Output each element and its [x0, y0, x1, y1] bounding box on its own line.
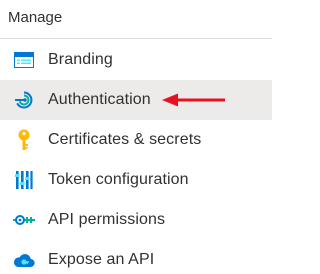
nav-item-authentication-label: Authentication	[48, 91, 151, 108]
manage-nav-list: Branding Authentication Certificates & s…	[0, 40, 272, 274]
section-divider	[0, 38, 272, 39]
branding-icon	[12, 48, 36, 72]
nav-item-certificates-secrets[interactable]: Certificates & secrets	[0, 120, 272, 160]
annotation-arrow	[162, 93, 225, 107]
nav-item-token-configuration[interactable]: Token configuration	[0, 160, 272, 200]
nav-item-branding-label: Branding	[48, 51, 113, 68]
nav-item-branding[interactable]: Branding	[0, 40, 272, 80]
nav-item-expose-an-api[interactable]: Expose an API	[0, 240, 272, 274]
api-permissions-icon	[12, 208, 36, 232]
nav-item-authentication[interactable]: Authentication	[0, 80, 272, 120]
cloud-icon	[12, 248, 36, 272]
section-header-manage: Manage	[8, 9, 63, 26]
token-configuration-icon	[12, 168, 36, 192]
nav-item-api-permissions[interactable]: API permissions	[0, 200, 272, 240]
nav-item-certificates-secrets-label: Certificates & secrets	[48, 131, 202, 148]
nav-item-expose-an-api-label: Expose an API	[48, 251, 155, 268]
key-icon	[12, 128, 36, 152]
manage-panel: Manage Branding Authentication Certifica…	[0, 0, 272, 274]
nav-item-api-permissions-label: API permissions	[48, 211, 166, 228]
authentication-icon	[12, 88, 36, 112]
nav-item-token-configuration-label: Token configuration	[48, 171, 189, 188]
